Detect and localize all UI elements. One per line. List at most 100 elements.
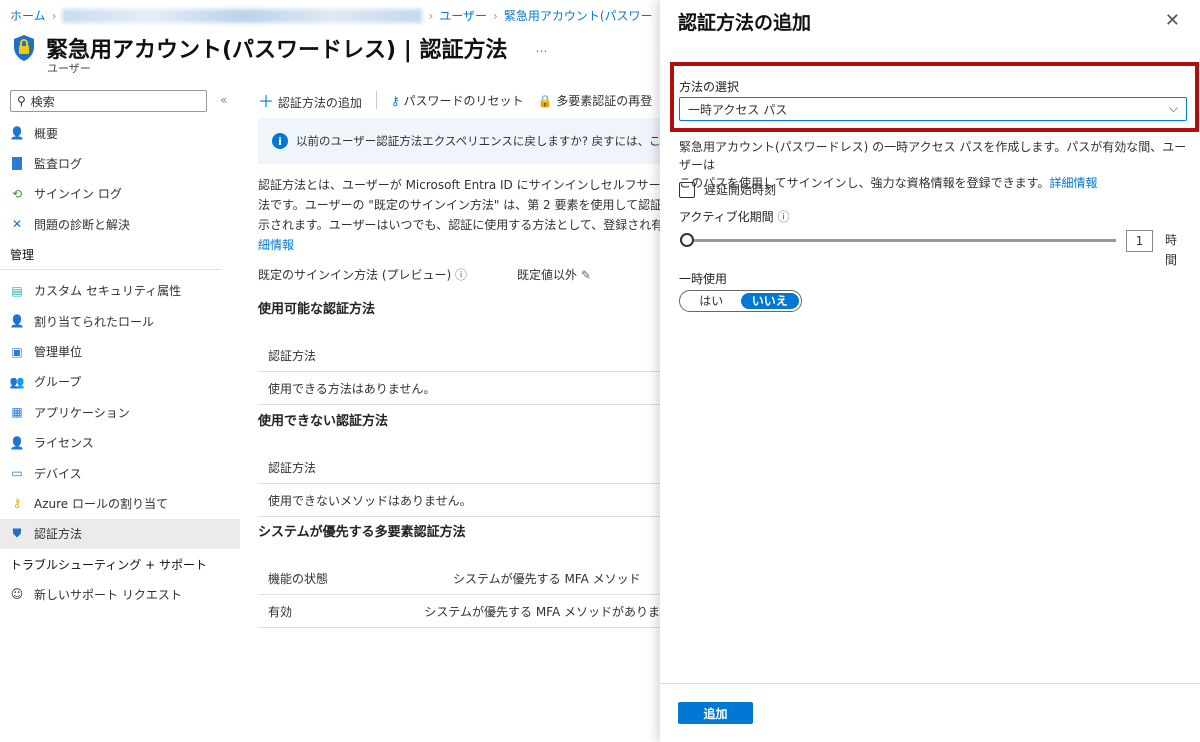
method-label: 方法の選択	[679, 80, 740, 94]
learn-more-link[interactable]: 細情報	[258, 238, 294, 252]
sidebar-item-overview[interactable]: 👤 概要	[0, 118, 240, 148]
blurred-breadcrumb	[62, 8, 423, 23]
add-button[interactable]: 追加	[678, 702, 753, 724]
add-method-label: 認証方法の追加	[277, 96, 362, 110]
section-manage: 管理	[0, 240, 222, 270]
onetime-toggle[interactable]: はい いいえ	[679, 290, 802, 312]
unusable-methods: 使用できない認証方法 認証方法 使用できないメソッドはありません。	[258, 410, 660, 517]
signin-icon: ⟲	[11, 186, 23, 201]
sidebar-item-azure-roles[interactable]: ⚷ Azure ロールの割り当て	[0, 488, 240, 518]
description: 認証方法とは、ユーザーが Microsoft Entra ID にサインインしセ…	[258, 175, 660, 255]
section-title: 使用可能な認証方法	[258, 302, 376, 317]
add-method-button[interactable]: ＋ 認証方法の追加	[258, 88, 362, 112]
book-icon	[10, 157, 24, 171]
sidebar-item-licenses[interactable]: 👤 ライセンス	[0, 428, 240, 458]
sidebar-item-new-support-request[interactable]: ☺ 新しいサポート リクエスト	[0, 579, 240, 609]
usable-methods: 使用可能な認証方法 認証方法 使用できる方法はありません。	[258, 298, 660, 405]
sidebar-item-roles[interactable]: 👤 割り当てられたロール	[0, 306, 240, 336]
sidebar-item-audit-log[interactable]: 監査ログ	[0, 148, 240, 178]
sidebar-item-diagnose[interactable]: ✕ 問題の診断と解決	[0, 209, 240, 239]
checkbox-label: 遅延開始時刻	[704, 183, 777, 197]
learn-more-link[interactable]: 詳細情報	[1049, 176, 1097, 190]
search-input[interactable]: ⚲ 検索	[10, 90, 207, 112]
panel-footer-divider	[660, 683, 1200, 684]
sidebar-item-label: Azure ロールの割り当て	[34, 496, 168, 511]
page-subtitle: ユーザー	[47, 62, 91, 75]
description-line: 認証方法とは、ユーザーが Microsoft Entra ID にサインインしセ…	[258, 178, 660, 192]
default-signin-edit[interactable]: 既定値以外 ✎	[517, 266, 591, 283]
description-line: 示されます。ユーザーはいつでも、認証に使用する方法として、登録され有効化さ	[258, 218, 660, 232]
sidebar-item-devices[interactable]: ▭ デバイス	[0, 458, 240, 488]
sidebar-item-custom-attributes[interactable]: ▤ カスタム セキュリティ属性	[0, 276, 240, 306]
slider-track	[680, 239, 1116, 242]
sidebar-item-label: 概要	[34, 126, 59, 141]
close-icon[interactable]: ✕	[1165, 10, 1180, 31]
description-line: 法です。ユーザーの "既定のサインイン方法" は、第 2 要素を使用して認証する	[258, 198, 660, 212]
sidebar-item-label: 認証方法	[34, 527, 83, 542]
info-banner: i 以前のユーザー認証方法エクスペリエンスに戻しますか? 戻すには、こちらをク	[258, 118, 660, 164]
sidebar-nav: 👤 概要 監査ログ ⟲ サインイン ログ ✕ 問題の診断と解決 管理 ▤ カスタム セキ…	[0, 118, 240, 609]
collapse-sidebar-button[interactable]: «	[220, 93, 227, 107]
license-icon: 👤	[9, 435, 25, 450]
admin-unit-icon: ▣	[11, 344, 23, 359]
method-select[interactable]: 一時アクセス パス ⌵	[679, 97, 1187, 121]
section-title: 使用できない認証方法	[258, 414, 389, 429]
activation-slider[interactable]	[680, 233, 1116, 247]
empty-message: 使用できないメソッドはありません。	[258, 484, 660, 517]
lock-icon: 🔒	[537, 93, 553, 108]
shield-icon: ⛊	[12, 526, 22, 541]
slider-thumb[interactable]	[680, 233, 694, 247]
require-mfa-reregister-button[interactable]: 🔒 多要素認証の再登	[538, 92, 653, 109]
table-row: 有効 システムが優先する MFA メソッドがありま	[258, 595, 660, 628]
table-cell: システムが優先する MFA メソッドがありま	[424, 604, 660, 619]
sidebar-item-label: 監査ログ	[34, 157, 83, 172]
role-icon: 👤	[9, 314, 25, 329]
method-value: 一時アクセス パス	[688, 103, 788, 117]
wrench-icon: ✕	[11, 217, 23, 232]
toolbar-divider	[375, 91, 377, 109]
sidebar-item-applications[interactable]: ▦ アプリケーション	[0, 397, 240, 427]
sidebar-item-groups[interactable]: 👥 グループ	[0, 367, 240, 397]
reset-password-button[interactable]: ⚷ パスワードのリセット	[391, 92, 524, 109]
more-icon[interactable]: …	[535, 41, 547, 55]
group-icon: 👥	[9, 374, 25, 389]
breadcrumb-current[interactable]: 緊急用アカウント(パスワー	[504, 7, 653, 24]
sidebar-item-label: カスタム セキュリティ属性	[34, 284, 182, 299]
search-placeholder: 検索	[30, 94, 55, 109]
table-cell: 有効	[268, 604, 293, 619]
info-icon: ⓘ	[455, 268, 468, 282]
toggle-yes[interactable]: はい	[682, 293, 741, 309]
key-icon: ⚷	[390, 93, 400, 108]
sidebar-item-admin-units[interactable]: ▣ 管理単位	[0, 336, 240, 366]
default-signin: 既定のサインイン方法 (プレビュー) ⓘ 既定値以外 ✎	[258, 266, 660, 283]
user-icon: 👤	[9, 126, 25, 141]
breadcrumb: ホーム › › ユーザー › 緊急用アカウント(パスワー	[10, 7, 653, 24]
onetime-label: 一時使用	[679, 272, 728, 286]
activation-label: アクティブ化期間 ⓘ	[679, 208, 790, 225]
page-header: 緊急用アカウント(パスワードレス) | 認証方法 …	[12, 32, 547, 64]
sidebar-item-signin-log[interactable]: ⟲ サインイン ログ	[0, 179, 240, 209]
shield-lock-icon	[14, 35, 34, 61]
banner-text[interactable]: 以前のユーザー認証方法エクスペリエンスに戻しますか? 戻すには、こちらをク	[296, 133, 660, 149]
default-signin-label: 既定のサインイン方法 (プレビュー)	[258, 268, 452, 282]
sidebar-item-auth-methods[interactable]: ⛊ 認証方法	[0, 518, 240, 550]
toggle-no[interactable]: いいえ	[740, 293, 799, 309]
search-icon: ⚲	[17, 94, 26, 108]
sidebar-item-label: アプリケーション	[34, 405, 130, 420]
device-icon: ▭	[11, 466, 23, 481]
activation-value-input[interactable]: 1	[1126, 230, 1153, 252]
empty-message: 使用できる方法はありません。	[258, 372, 660, 405]
plus-icon: ＋	[258, 92, 275, 111]
breadcrumb-users[interactable]: ユーザー	[439, 7, 487, 24]
breadcrumb-home[interactable]: ホーム	[10, 7, 46, 24]
pencil-icon: ✎	[580, 268, 591, 282]
chevron-down-icon: ⌵	[1168, 101, 1178, 115]
column-header: 認証方法	[258, 339, 660, 372]
reset-password-label: パスワードのリセット	[403, 93, 524, 108]
sidebar-item-label: デバイス	[34, 466, 82, 481]
sidebar-item-label: 割り当てられたロール	[34, 314, 155, 329]
delay-start-checkbox[interactable]: 遅延開始時刻	[679, 181, 776, 198]
activation-unit: 時間	[1165, 233, 1178, 267]
key-icon: ⚷	[12, 496, 22, 511]
page-title: 緊急用アカウント(パスワードレス) | 認証方法	[46, 38, 508, 63]
